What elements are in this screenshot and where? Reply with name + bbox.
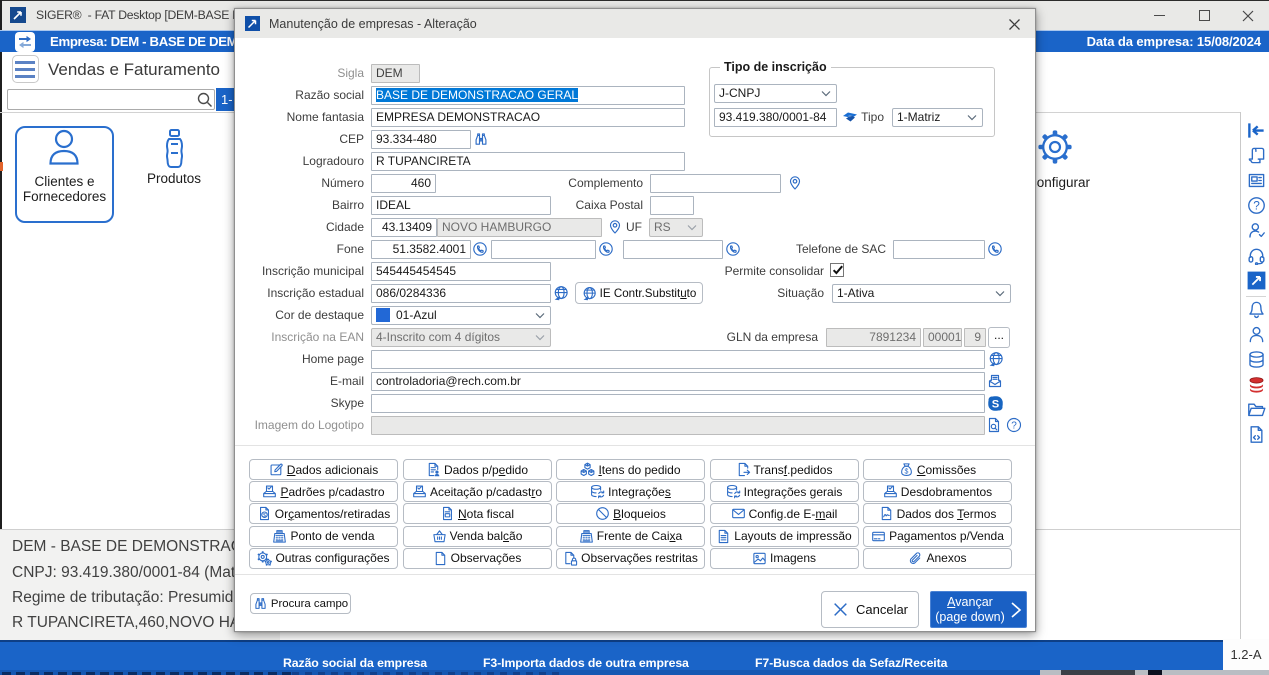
svg-text:S: S — [992, 399, 999, 411]
svg-text:$: $ — [263, 513, 267, 519]
svg-text:$: $ — [904, 468, 908, 475]
svg-text:?: ? — [1011, 421, 1017, 432]
svg-text:?: ? — [1253, 199, 1260, 213]
